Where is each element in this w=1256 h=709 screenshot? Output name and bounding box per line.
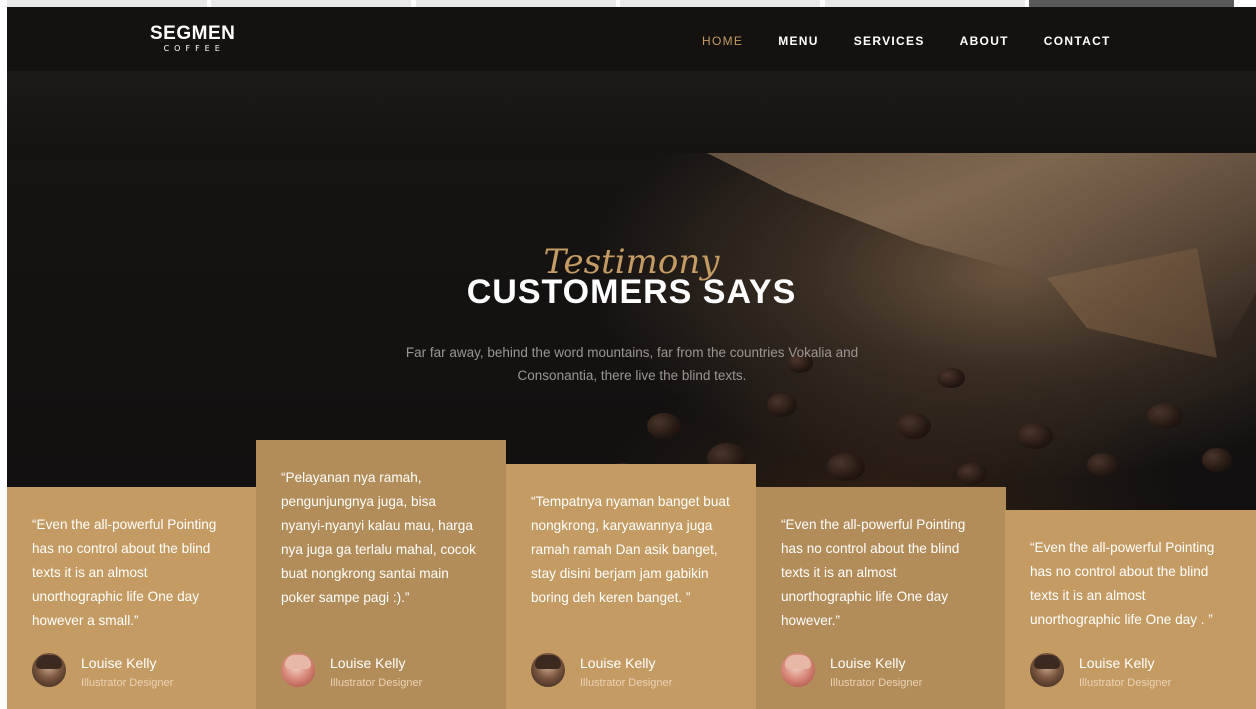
testimony-hero [7,153,1256,513]
avatar-icon [281,653,315,687]
coffee-bean-image [1017,423,1053,449]
logo-brand: SEGMEN [150,23,236,44]
testimonial-author: Louise Kelly Illustrator Designer [32,653,173,690]
strip-segment [7,0,207,7]
testimonial-quote: “Even the all-powerful Pointing has no c… [781,517,966,628]
coffee-bean-image [937,368,965,388]
coffee-bean-image [1147,403,1183,429]
author-role: Illustrator Designer [830,677,923,689]
strip-segment [416,0,616,7]
author-name: Louise Kelly [330,655,406,671]
testimonial-card: “Even the all-powerful Pointing has no c… [7,487,257,709]
testimonial-author: Louise Kelly Illustrator Designer [781,653,922,690]
testimonial-quote: “Pelayanan nya ramah, pengunjungnya juga… [281,470,476,605]
testimonial-author: Louise Kelly Illustrator Designer [1030,653,1171,690]
author-role: Illustrator Designer [81,677,174,689]
nav-about[interactable]: ABOUT [960,34,1009,48]
coffee-bean-image [897,413,931,439]
strip-dark-segment [1029,0,1234,7]
author-name: Louise Kelly [1079,655,1155,671]
author-role: Illustrator Designer [580,677,673,689]
strip-segment [211,0,411,7]
testimonial-card: “Even the all-powerful Pointing has no c… [1005,510,1256,709]
testimonial-card: “Tempatnya nyaman banget buat nongkrong,… [506,464,756,709]
testimonial-quote: “Even the all-powerful Pointing has no c… [1030,540,1215,627]
testimonial-quote: “Even the all-powerful Pointing has no c… [32,517,217,628]
browser-top-strip [0,0,1256,7]
avatar-icon [781,653,815,687]
strip-segment [825,0,1025,7]
testimonial-card: “Pelayanan nya ramah, pengunjungnya juga… [256,440,506,709]
coffee-bean-image [827,453,865,481]
logo-tagline: COFFEE [163,44,225,53]
main-nav: HOME MENU SERVICES ABOUT CONTACT [702,34,1146,48]
section-subtitle: Far far away, behind the word mountains,… [405,345,859,383]
avatar-icon [1030,653,1064,687]
hero-dark-band [7,71,1256,153]
testimonial-quote: “Tempatnya nyaman banget buat nongkrong,… [531,494,730,605]
author-role: Illustrator Designer [330,677,423,689]
testimonial-author: Louise Kelly Illustrator Designer [531,653,672,690]
page-viewport: SEGMEN COFFEE HOME MENU SERVICES ABOUT C… [7,7,1256,709]
nav-home[interactable]: HOME [702,34,743,48]
author-role: Illustrator Designer [1079,677,1172,689]
coffee-bean-image [1087,453,1119,477]
avatar-icon [32,653,66,687]
coffee-bean-image [647,413,681,439]
testimonial-author: Louise Kelly Illustrator Designer [281,653,422,690]
testimonial-card: “Even the all-powerful Pointing has no c… [756,487,1006,709]
site-header: SEGMEN COFFEE HOME MENU SERVICES ABOUT C… [7,7,1256,71]
coffee-bean-image [767,393,797,417]
author-name: Louise Kelly [81,655,157,671]
strip-segment [620,0,820,7]
avatar-icon [531,653,565,687]
site-logo[interactable]: SEGMEN COFFEE [150,23,236,55]
coffee-bean-image [957,463,987,485]
section-script-heading: Testimony [543,242,720,282]
author-name: Louise Kelly [580,655,656,671]
nav-menu[interactable]: MENU [778,34,819,48]
author-name: Louise Kelly [830,655,906,671]
coffee-bean-image [1202,448,1232,472]
nav-contact[interactable]: CONTACT [1044,34,1111,48]
nav-services[interactable]: SERVICES [854,34,925,48]
